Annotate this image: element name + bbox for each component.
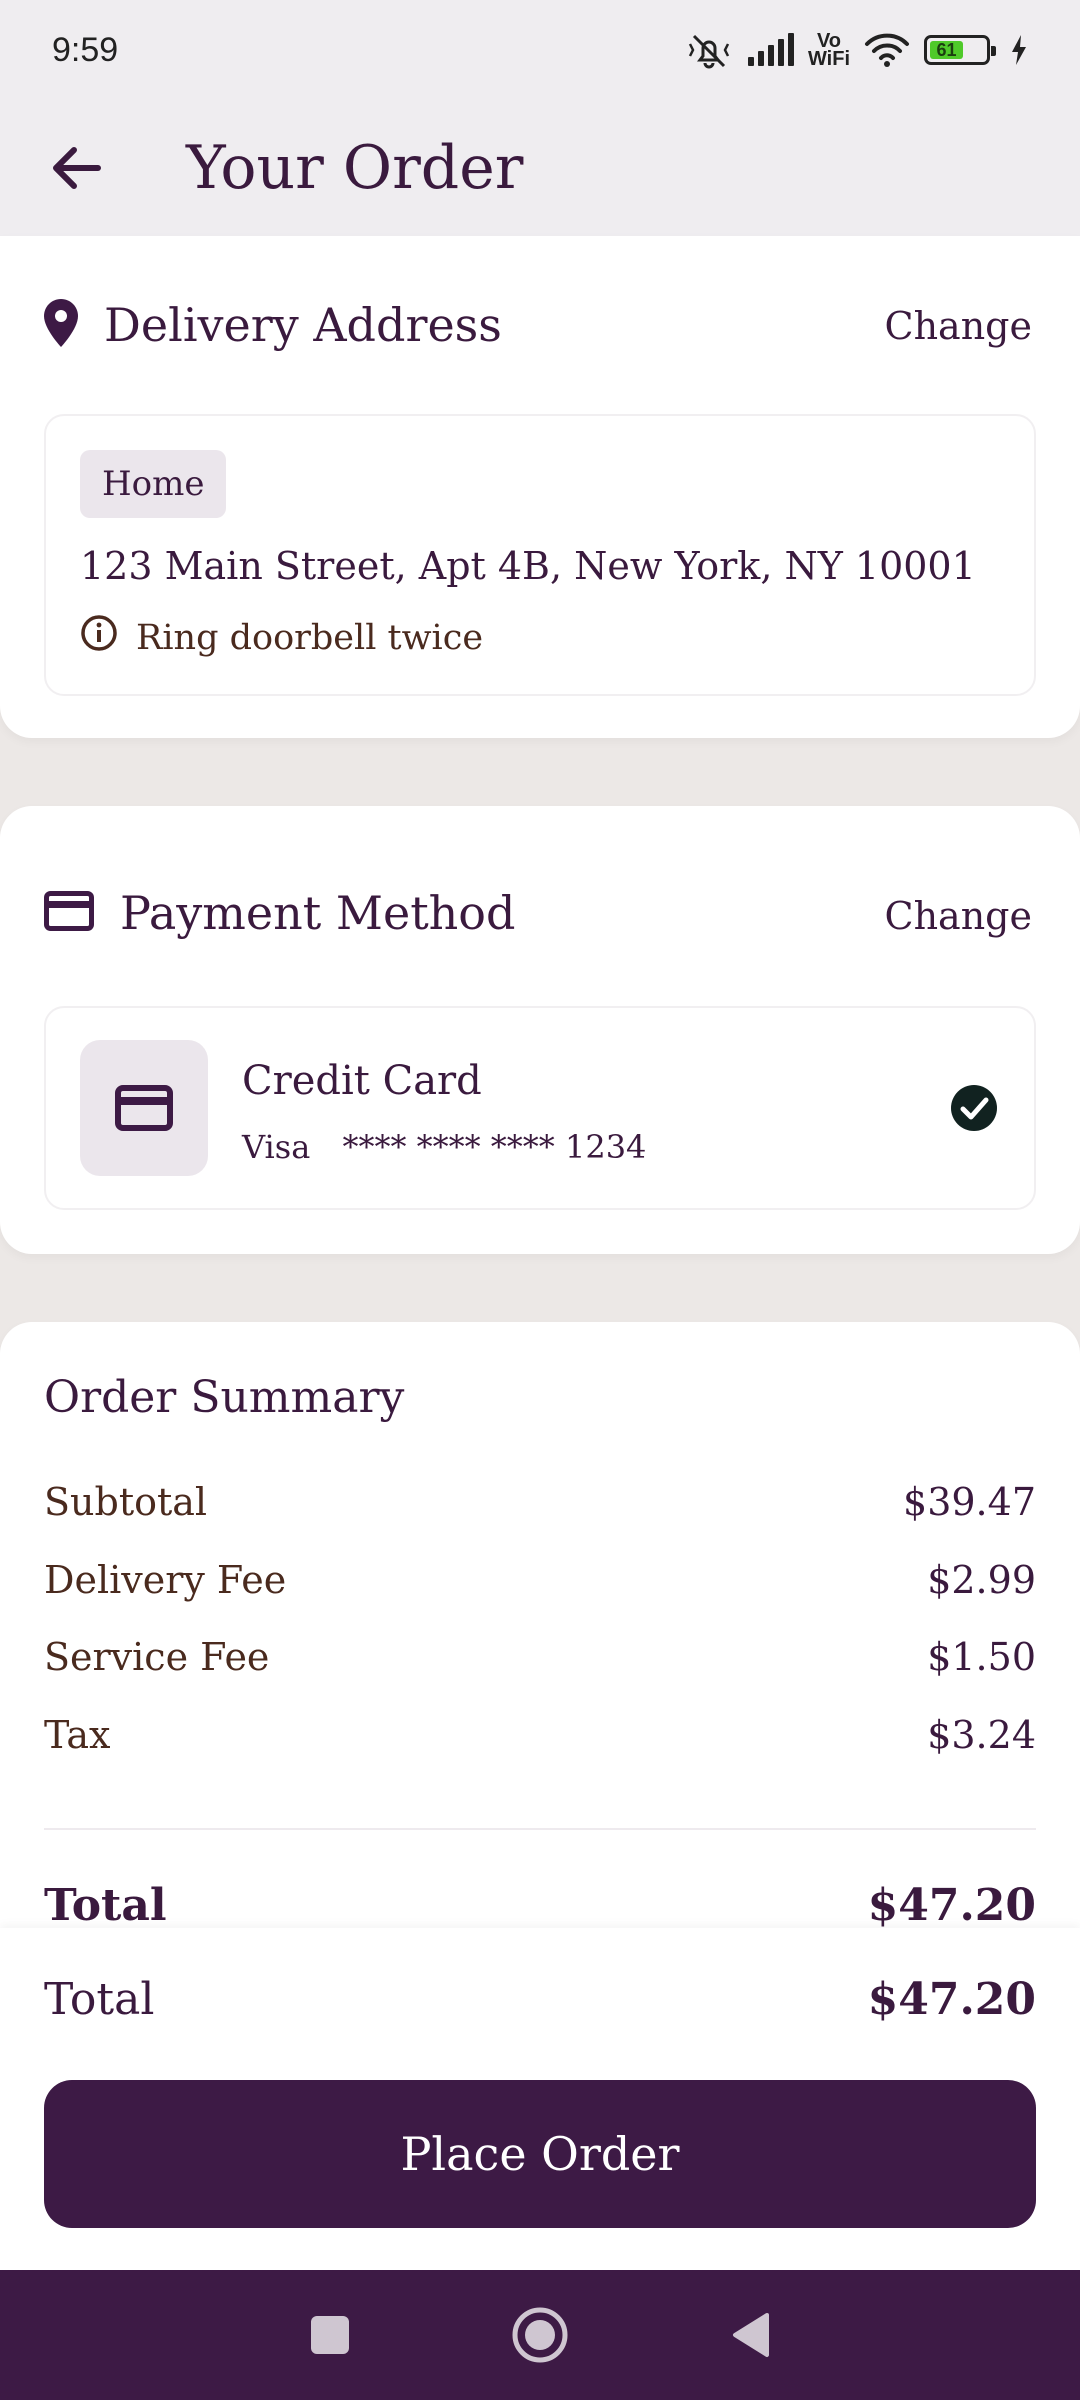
home-button[interactable] <box>510 2305 570 2365</box>
payment-card-icon-box <box>80 1040 208 1176</box>
payment-title: Payment Method <box>120 886 516 940</box>
summary-value: $1.50 <box>927 1635 1036 1679</box>
address-text: 123 Main Street, Apt 4B, New York, NY 10… <box>80 544 976 588</box>
status-bar: 9:59 Vo WiFi 61 <box>0 0 1080 100</box>
vowifi-bottom: WiFi <box>807 48 850 70</box>
address-box[interactable]: Home 123 Main Street, Apt 4B, New York, … <box>44 414 1036 696</box>
checkout-total-value: $47.20 <box>867 1974 1036 2025</box>
system-nav-bar <box>0 2270 1080 2400</box>
delivery-note: Ring doorbell twice <box>80 614 483 661</box>
battery-icon: 61 <box>924 35 996 65</box>
summary-row-delivery-fee: Delivery Fee $2.99 <box>44 1558 1036 1602</box>
checkout-total-row: Total $47.20 <box>44 1974 1036 2025</box>
summary-row-subtotal: Subtotal $39.47 <box>44 1480 1036 1524</box>
status-time: 9:59 <box>52 30 119 69</box>
payment-method-details: Visa **** **** **** 1234 <box>242 1128 646 1166</box>
summary-label: Service Fee <box>44 1635 270 1679</box>
credit-card-icon <box>44 891 94 935</box>
back-triangle-icon <box>733 2313 769 2357</box>
back-nav-button[interactable] <box>720 2305 780 2365</box>
status-icons: Vo WiFi 61 <box>686 30 1028 70</box>
address-tag: Home <box>80 450 227 518</box>
card-number: **** **** **** 1234 <box>342 1128 647 1166</box>
vowifi-icon: Vo WiFi <box>807 31 850 70</box>
summary-total-label: Total <box>44 1880 167 1931</box>
battery-level: 61 <box>930 40 963 60</box>
check-circle-icon <box>950 1084 998 1136</box>
summary-row-service-fee: Service Fee $1.50 <box>44 1635 1036 1679</box>
delivery-note-text: Ring doorbell twice <box>136 617 484 658</box>
page-title: Your Order <box>186 133 524 203</box>
checkout-panel: Total $47.20 Place Order <box>0 1928 1080 2270</box>
change-payment-button[interactable]: Change <box>885 894 1033 938</box>
delivery-title: Delivery Address <box>104 298 502 352</box>
checkout-total-label: Total <box>44 1974 155 2025</box>
charging-icon <box>1010 35 1028 65</box>
credit-card-icon <box>115 1085 173 1131</box>
arrow-left-icon <box>53 147 101 189</box>
summary-row-total: Total $47.20 <box>44 1880 1036 1931</box>
summary-divider <box>44 1828 1036 1830</box>
summary-value: $3.24 <box>927 1713 1036 1757</box>
summary-value: $39.47 <box>903 1480 1036 1524</box>
order-summary-title: Order Summary <box>44 1372 405 1423</box>
mute-icon <box>686 30 732 70</box>
delivery-address-card: Delivery Address Change Home 123 Main St… <box>0 236 1080 738</box>
summary-row-tax: Tax $3.24 <box>44 1713 1036 1757</box>
signal-icon <box>746 33 794 67</box>
payment-option[interactable]: Credit Card Visa **** **** **** 1234 <box>44 1006 1036 1210</box>
card-brand: Visa <box>242 1128 311 1166</box>
place-order-button[interactable]: Place Order <box>44 2080 1036 2228</box>
summary-total-value: $47.20 <box>867 1880 1036 1931</box>
change-address-button[interactable]: Change <box>885 304 1033 348</box>
summary-label: Tax <box>44 1713 111 1757</box>
summary-label: Subtotal <box>44 1480 208 1524</box>
back-button[interactable] <box>32 123 122 213</box>
wifi-icon <box>864 32 910 68</box>
home-circle-icon <box>512 2307 568 2363</box>
recents-square-icon <box>311 2316 349 2354</box>
location-pin-icon <box>44 299 78 351</box>
app-bar: Your Order <box>0 100 1080 236</box>
payment-method-card: Payment Method Change Credit Card Visa *… <box>0 806 1080 1254</box>
summary-value: $2.99 <box>927 1558 1036 1602</box>
payment-method-name: Credit Card <box>242 1058 482 1104</box>
summary-label: Delivery Fee <box>44 1558 287 1602</box>
info-icon <box>80 614 118 661</box>
recents-button[interactable] <box>300 2305 360 2365</box>
